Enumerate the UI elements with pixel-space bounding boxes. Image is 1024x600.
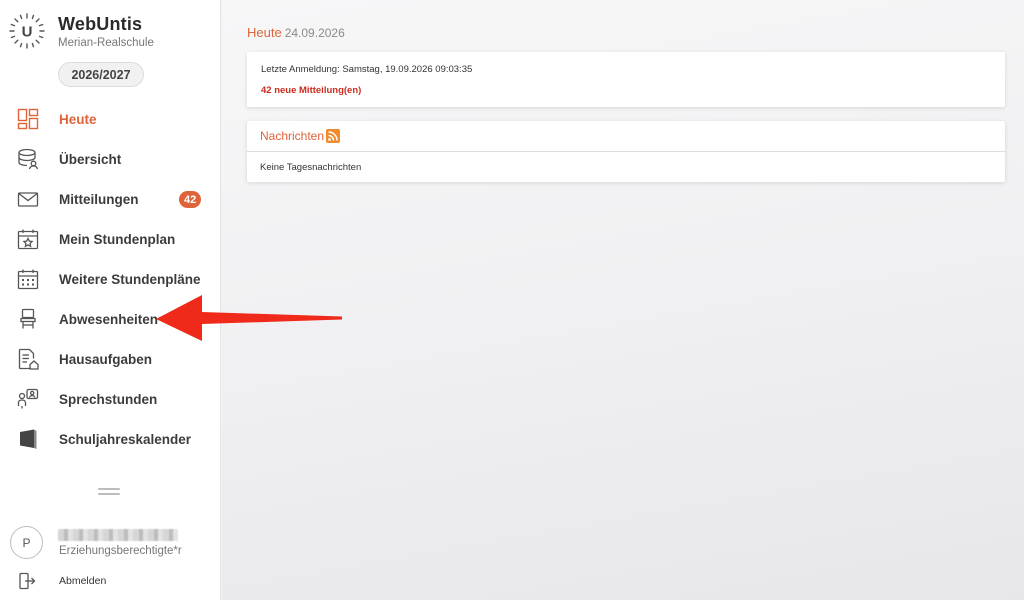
- nav-label-uebersicht: Übersicht: [59, 151, 122, 167]
- logout-icon: [18, 572, 36, 590]
- chair-icon: [17, 308, 39, 330]
- collapse-sidebar-handle-icon[interactable]: [98, 484, 120, 495]
- database-icon: [17, 148, 39, 170]
- nav-item-sprechstunden[interactable]: Sprechstunden: [0, 379, 221, 419]
- logout-label: Abmelden: [59, 575, 107, 587]
- last-login-text: Letzte Anmeldung: Samstag, 19.09.2026 09…: [261, 64, 473, 75]
- annotation-arrow-icon: [150, 292, 346, 344]
- svg-text:U: U: [22, 24, 33, 41]
- rss-feed-icon[interactable]: [326, 129, 340, 143]
- calendar-grid-icon: [17, 268, 39, 290]
- page-title-text: Heute: [247, 25, 282, 40]
- nav-item-mein-stundenplan[interactable]: Mein Stundenplan: [0, 219, 221, 259]
- user-role: Erziehungsberechtigte*r: [59, 545, 182, 557]
- nav-item-uebersicht[interactable]: Übersicht: [0, 139, 221, 179]
- brand[interactable]: U WebUntis Merian-Realschule: [8, 12, 154, 50]
- news-empty-text: Keine Tagesnachrichten: [260, 162, 362, 173]
- nav-label-heute: Heute: [59, 111, 97, 127]
- school-year-selector[interactable]: 2026/2027: [58, 62, 144, 87]
- nav-label-mein-stundenplan: Mein Stundenplan: [59, 231, 176, 247]
- envelope-icon: [17, 188, 39, 210]
- nav-label-mitteilungen: Mitteilungen: [59, 191, 139, 207]
- nav-label-abwesenheiten: Abwesenheiten: [59, 311, 159, 327]
- app-name: WebUntis: [58, 13, 143, 34]
- nav-item-schuljahreskalender[interactable]: Schuljahreskalender: [0, 419, 221, 459]
- nav-item-heute[interactable]: Heute: [0, 99, 221, 139]
- nav-label-hausaufgaben: Hausaufgaben: [59, 351, 153, 367]
- news-card: Nachrichten Keine Tagesnachrichten: [247, 121, 1005, 182]
- nav-label-schuljahreskalender: Schuljahreskalender: [59, 431, 192, 447]
- news-title: Nachrichten: [260, 129, 325, 143]
- main-navigation: Heute Übersicht Mitteilungen 42 Mein Stu…: [0, 99, 221, 459]
- unread-messages-badge: 42: [179, 191, 202, 208]
- nav-label-sprechstunden: Sprechstunden: [59, 391, 158, 407]
- consultation-icon: [17, 388, 39, 410]
- webuntis-logo-icon: U: [8, 12, 46, 50]
- school-name: Merian-Realschule: [58, 36, 154, 49]
- page-title: Heute 24.09.2026: [247, 25, 345, 40]
- nav-item-mitteilungen[interactable]: Mitteilungen 42: [0, 179, 221, 219]
- book-calendar-icon: [17, 428, 39, 450]
- news-header: Nachrichten: [247, 121, 1005, 152]
- login-info-card: Letzte Anmeldung: Samstag, 19.09.2026 09…: [247, 52, 1005, 107]
- nav-item-hausaufgaben[interactable]: Hausaufgaben: [0, 339, 221, 379]
- logout-button[interactable]: Abmelden: [0, 570, 221, 594]
- user-name-redacted: [58, 529, 178, 541]
- avatar[interactable]: P: [10, 526, 43, 559]
- nav-label-weitere-stundenplaene: Weitere Stundenpläne: [59, 271, 201, 287]
- page-date: 24.09.2026: [284, 26, 345, 40]
- calendar-star-icon: [17, 228, 39, 250]
- new-messages-link[interactable]: 42 neue Mitteilung(en): [261, 85, 361, 96]
- dashboard-icon: [17, 108, 39, 130]
- homework-icon: [17, 348, 39, 370]
